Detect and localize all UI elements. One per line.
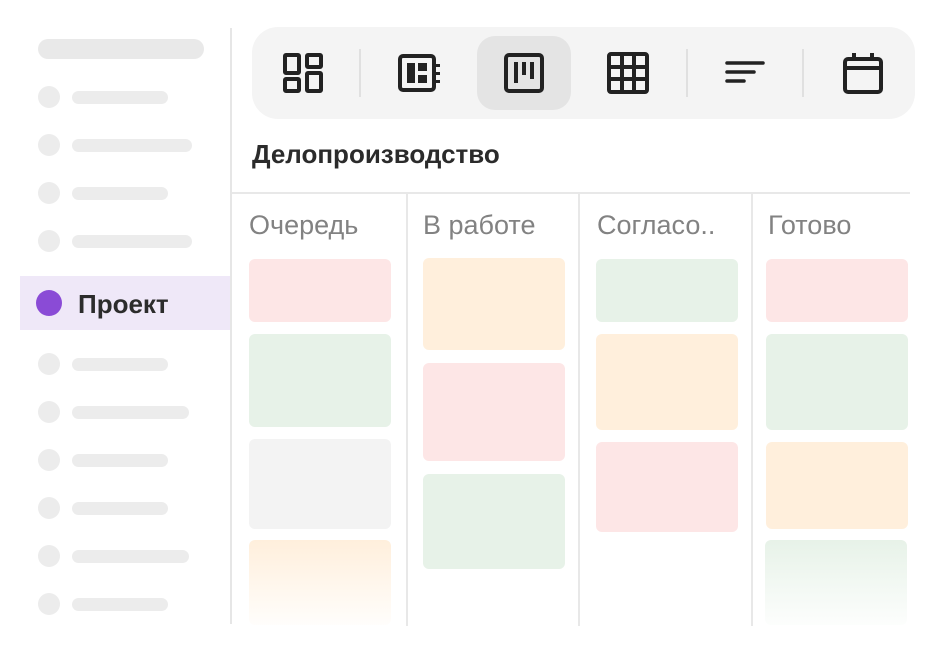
sidebar-item-icon bbox=[38, 401, 60, 423]
column-divider bbox=[751, 194, 753, 626]
sidebar-item[interactable] bbox=[38, 449, 208, 471]
dashboard-view-button[interactable] bbox=[256, 36, 350, 110]
task-card[interactable] bbox=[596, 442, 738, 532]
card-view-button[interactable] bbox=[372, 36, 466, 110]
sort-icon bbox=[725, 61, 765, 83]
toolbar-separator bbox=[686, 49, 688, 97]
sidebar-item-label-placeholder bbox=[72, 502, 168, 515]
table-view-button[interactable] bbox=[581, 36, 675, 110]
project-color-dot bbox=[36, 290, 62, 316]
sidebar-item[interactable] bbox=[38, 230, 208, 252]
sort-button[interactable] bbox=[698, 36, 792, 110]
task-card[interactable] bbox=[765, 540, 907, 625]
task-card[interactable] bbox=[423, 363, 565, 461]
sidebar-item[interactable] bbox=[38, 593, 208, 615]
toolbar-separator bbox=[359, 49, 361, 97]
task-card[interactable] bbox=[249, 439, 391, 529]
task-card[interactable] bbox=[766, 442, 908, 529]
sidebar-item[interactable] bbox=[38, 497, 208, 519]
task-card[interactable] bbox=[766, 259, 908, 322]
sidebar-item-icon bbox=[38, 182, 60, 204]
sidebar-item-icon bbox=[38, 449, 60, 471]
sidebar-item-label-placeholder bbox=[72, 235, 192, 248]
task-card[interactable] bbox=[423, 474, 565, 569]
sidebar-item-icon bbox=[38, 230, 60, 252]
task-card[interactable] bbox=[596, 334, 738, 430]
sidebar-item-label-placeholder bbox=[72, 550, 189, 563]
column-title-in-progress: В работе bbox=[423, 210, 536, 240]
calendar-icon bbox=[843, 53, 883, 94]
sidebar-item-project-label: Проект bbox=[78, 289, 169, 319]
sidebar-item[interactable] bbox=[38, 182, 208, 204]
board-header-divider bbox=[232, 192, 910, 194]
grid-table-icon bbox=[607, 52, 649, 94]
column-title-queue: Очередь bbox=[249, 210, 359, 240]
sidebar: Проект bbox=[0, 0, 230, 630]
view-toolbar bbox=[252, 27, 915, 119]
calendar-view-button[interactable] bbox=[816, 36, 910, 110]
task-card[interactable] bbox=[766, 334, 908, 430]
sidebar-header-placeholder bbox=[38, 39, 204, 59]
sidebar-item-label-placeholder bbox=[72, 91, 168, 104]
sidebar-item-icon bbox=[38, 353, 60, 375]
sidebar-item-icon bbox=[38, 86, 60, 108]
kanban-view-button[interactable] bbox=[477, 36, 571, 110]
sidebar-item[interactable] bbox=[38, 545, 208, 567]
task-card[interactable] bbox=[596, 259, 738, 322]
sidebar-item-label-placeholder bbox=[72, 598, 168, 611]
card-view-icon bbox=[398, 54, 440, 92]
dashboard-icon bbox=[283, 53, 323, 93]
sidebar-item[interactable] bbox=[38, 86, 208, 108]
task-card[interactable] bbox=[249, 334, 391, 427]
sidebar-divider bbox=[230, 28, 232, 624]
task-card[interactable] bbox=[249, 259, 391, 322]
column-divider bbox=[578, 194, 580, 626]
sidebar-item-project[interactable]: Проект bbox=[20, 276, 230, 330]
sidebar-item-icon bbox=[38, 593, 60, 615]
sidebar-item-label-placeholder bbox=[72, 187, 168, 200]
sidebar-item-icon bbox=[38, 134, 60, 156]
task-card[interactable] bbox=[423, 258, 565, 350]
sidebar-item[interactable] bbox=[38, 401, 208, 423]
task-card[interactable] bbox=[249, 540, 391, 625]
board-title: Делопроизводство bbox=[252, 139, 500, 169]
kanban-icon bbox=[504, 53, 544, 93]
sidebar-item-label-placeholder bbox=[72, 454, 168, 467]
sidebar-item-label-placeholder bbox=[72, 139, 192, 152]
sidebar-item[interactable] bbox=[38, 134, 208, 156]
column-title-approval: Согласо.. bbox=[597, 210, 716, 240]
toolbar-separator bbox=[802, 49, 804, 97]
sidebar-item-icon bbox=[38, 497, 60, 519]
sidebar-item-label-placeholder bbox=[72, 358, 168, 371]
column-title-done: Готово bbox=[768, 210, 852, 240]
sidebar-item[interactable] bbox=[38, 353, 208, 375]
column-divider bbox=[406, 194, 408, 626]
sidebar-item-icon bbox=[38, 545, 60, 567]
sidebar-item-label-placeholder bbox=[72, 406, 189, 419]
